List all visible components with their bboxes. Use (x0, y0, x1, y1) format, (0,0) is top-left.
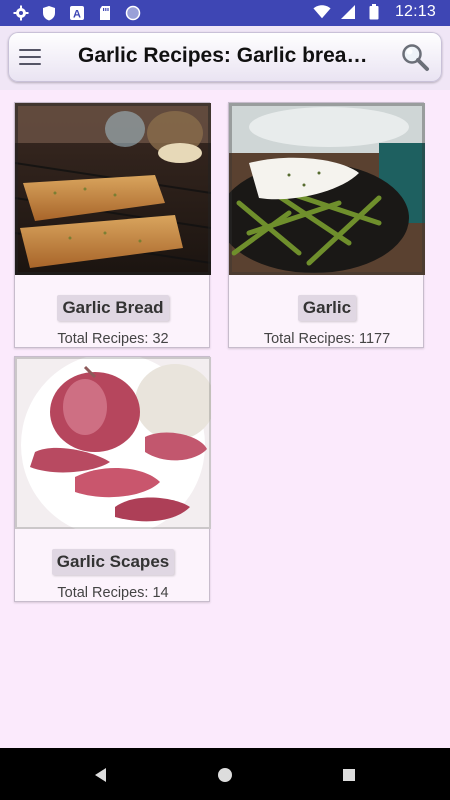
wifi-icon (313, 3, 331, 21)
card-title: Garlic Scapes (51, 549, 175, 575)
status-right-icons: 12:13 (313, 3, 436, 21)
circle-icon (124, 4, 142, 22)
gear-icon (12, 4, 30, 22)
clock: 12:13 (394, 3, 436, 20)
recipe-count: Total Recipes: 1177 (263, 331, 391, 347)
home-icon[interactable] (214, 764, 236, 786)
shield-icon (40, 4, 58, 22)
search-icon[interactable] (400, 42, 430, 72)
app-bar: Garlic Recipes: Garlic bread,… (0, 26, 450, 90)
card-title: Garlic Bread (57, 295, 169, 321)
recipe-count: Total Recipes: 32 (57, 331, 169, 347)
status-left-icons: A (12, 4, 142, 22)
card-title: Garlic (297, 295, 357, 321)
category-card-garlic-bread[interactable]: Garlic Bread Total Recipes: 32 (14, 102, 211, 348)
app-bar-panel: Garlic Recipes: Garlic bread,… (8, 32, 442, 82)
signal-icon (339, 3, 357, 21)
a-box-icon: A (68, 4, 86, 22)
hamburger-menu-icon[interactable] (18, 45, 42, 69)
status-bar: A 12:13 (0, 0, 450, 26)
recents-icon[interactable] (338, 764, 360, 786)
svg-text:A: A (73, 9, 81, 21)
garlic-bread-photo (15, 103, 211, 275)
navigation-bar (0, 748, 450, 800)
sd-card-icon (96, 4, 114, 22)
garlic-bulbs-photo (15, 357, 211, 529)
back-icon[interactable] (90, 764, 112, 786)
green-beans-garlic-photo (229, 103, 425, 275)
recipe-count: Total Recipes: 14 (57, 585, 169, 601)
category-card-garlic[interactable]: Garlic Total Recipes: 1177 (228, 102, 425, 348)
page-title: Garlic Recipes: Garlic bread,… (78, 44, 378, 67)
category-card-garlic-scapes[interactable]: Garlic Scapes Total Recipes: 14 (14, 356, 211, 602)
battery-icon (365, 3, 383, 21)
